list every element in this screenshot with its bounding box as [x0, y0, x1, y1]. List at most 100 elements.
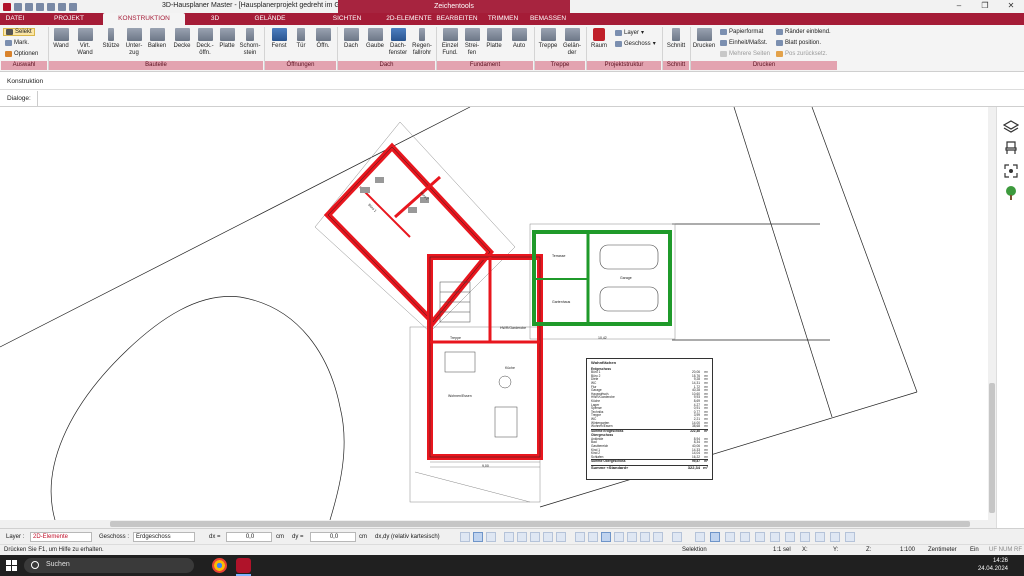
single-foundation-button[interactable]: Einzel Fund.: [439, 28, 461, 56]
layer-select[interactable]: 2D-Elemente: [30, 532, 92, 542]
geschoss-select[interactable]: Erdgeschoss: [133, 532, 195, 542]
snap-tool-button[interactable]: [556, 532, 566, 542]
drawing-canvas[interactable]: 9,00 Wohnen/Essen Küche Treppe HWR/Garde…: [0, 107, 988, 520]
tab-2d-elemente[interactable]: 2D-ELEMENTE: [380, 13, 438, 25]
dormer-button[interactable]: Gaube: [364, 28, 386, 50]
snap-tool-button[interactable]: [575, 532, 585, 542]
chair-icon[interactable]: [1003, 140, 1019, 156]
view-tool-button[interactable]: [740, 532, 750, 542]
print-button[interactable]: Drucken: [692, 28, 716, 50]
plate-button[interactable]: Platte: [217, 28, 237, 50]
room-button[interactable]: Raum: [589, 28, 609, 50]
snap-tool-button[interactable]: [504, 532, 514, 542]
redo-icon[interactable]: [58, 2, 66, 11]
opening-button[interactable]: Öffn.: [313, 28, 333, 50]
paper-format-button[interactable]: Papierformat: [720, 29, 763, 35]
print-icon[interactable]: [36, 2, 44, 11]
railing-button[interactable]: Gelän- der: [561, 28, 583, 56]
coord-mode-label[interactable]: dx,dy (relativ kartesisch): [375, 534, 440, 540]
unit-scale-button[interactable]: Einheit/Maßst.: [720, 40, 767, 46]
snap-tool-button[interactable]: [601, 532, 611, 542]
window-button[interactable]: Fenst: [268, 28, 290, 50]
snap-tool-button[interactable]: [653, 532, 663, 542]
taskbar-clock[interactable]: 14:26 24.04.2024: [978, 557, 1008, 573]
wall-button[interactable]: Wand: [51, 28, 71, 50]
section-button[interactable]: Schnitt: [665, 28, 687, 50]
multiple-pages-button[interactable]: Mehrere Seiten: [720, 51, 770, 57]
snap-tool-button[interactable]: [672, 532, 682, 542]
options-button[interactable]: Optionen: [5, 51, 38, 57]
view-tool-button[interactable]: [770, 532, 780, 542]
dy-input[interactable]: 0,0: [310, 532, 356, 542]
snap-tool-button[interactable]: [627, 532, 637, 542]
tab-bemassen[interactable]: BEMASSEN: [528, 13, 568, 25]
show-margins-button[interactable]: Ränder einblend.: [776, 29, 831, 35]
view-tool-button[interactable]: [725, 532, 735, 542]
windows-start-icon[interactable]: [6, 560, 17, 571]
scroll-thumb[interactable]: [110, 521, 970, 527]
view-tool-button[interactable]: [845, 532, 855, 542]
view-tool-button[interactable]: [695, 532, 705, 542]
column-button[interactable]: Stütze: [101, 28, 121, 50]
auto-foundation-button[interactable]: Auto: [509, 28, 529, 50]
strip-foundation-button[interactable]: Strei- fen: [462, 28, 482, 56]
chrome-icon[interactable]: [212, 558, 227, 573]
balken-button[interactable]: Balken: [146, 28, 168, 50]
downpipe-button[interactable]: Regen- fallrohr: [410, 28, 434, 56]
select-button[interactable]: Selekt: [3, 28, 35, 36]
tab-sichten[interactable]: SICHTEN: [328, 13, 366, 25]
view-tool-button[interactable]: [815, 532, 825, 542]
taskbar-search[interactable]: Suchen: [24, 558, 194, 573]
roof-window-button[interactable]: Dach- fenster: [387, 28, 409, 56]
position-sheet-button[interactable]: Blatt position.: [776, 40, 821, 46]
door-button[interactable]: Tür: [292, 28, 310, 50]
layer-dropdown[interactable]: Layer ▾: [615, 29, 644, 36]
geschoss-dropdown[interactable]: Geschoss ▾: [615, 40, 656, 47]
tab-projekt[interactable]: PROJEKT: [50, 13, 88, 25]
hausplaner-app-icon[interactable]: [236, 558, 251, 573]
dx-input[interactable]: 0,0: [226, 532, 272, 542]
snap-tool-button[interactable]: [588, 532, 598, 542]
tab-trimmen[interactable]: TRIMMEN: [484, 13, 522, 25]
snap-tool-button[interactable]: [614, 532, 624, 542]
tab-3d[interactable]: 3D: [205, 13, 225, 25]
reset-position-button[interactable]: Pos zurücksetz.: [776, 51, 827, 57]
foundation-plate-button[interactable]: Platte: [484, 28, 504, 50]
view-tool-button[interactable]: [710, 532, 720, 542]
tab-bearbeiten[interactable]: BEARBEITEN: [435, 13, 479, 25]
beam-under-button[interactable]: Unter- zug: [123, 28, 145, 56]
snap-tool-button[interactable]: [543, 532, 553, 542]
stairs-button[interactable]: Treppe: [537, 28, 559, 50]
horizontal-scrollbar[interactable]: [0, 520, 996, 528]
layers-icon[interactable]: [1003, 119, 1019, 135]
scroll-thumb[interactable]: [989, 383, 995, 513]
undo-icon[interactable]: [47, 2, 55, 11]
ceiling-opening-button[interactable]: Deck.- öffn.: [194, 28, 216, 56]
mark-button[interactable]: Mark.: [5, 40, 29, 46]
snap-tool-button[interactable]: [473, 532, 483, 542]
snap-tool-button[interactable]: [530, 532, 540, 542]
roof-button[interactable]: Dach: [340, 28, 362, 50]
view-icon[interactable]: [69, 2, 77, 11]
context-tab-zeichentools[interactable]: Zeichentools: [338, 0, 570, 13]
app-logo-icon[interactable]: [3, 2, 11, 11]
vertical-scrollbar[interactable]: [988, 107, 996, 520]
chimney-button[interactable]: Schorn- stein: [238, 28, 262, 56]
tree-icon[interactable]: [1003, 185, 1019, 201]
tab-konstruktion[interactable]: KONSTRUKTION: [103, 13, 185, 25]
ceiling-button[interactable]: Decke: [172, 28, 192, 50]
floor-plan-drawing[interactable]: 9,00 Wohnen/Essen Küche Treppe HWR/Garde…: [0, 107, 988, 520]
snap-tool-button[interactable]: [486, 532, 496, 542]
virtual-wall-button[interactable]: Virt. Wand: [74, 28, 96, 56]
view-tool-button[interactable]: [830, 532, 840, 542]
view-tool-button[interactable]: [755, 532, 765, 542]
close-button[interactable]: ✕: [998, 0, 1024, 13]
view-tool-button[interactable]: [800, 532, 810, 542]
open-icon[interactable]: [25, 2, 33, 11]
maximize-button[interactable]: ❐: [972, 0, 998, 13]
snap-tool-button[interactable]: [640, 532, 650, 542]
expand-icon[interactable]: [1003, 163, 1019, 179]
save-icon[interactable]: [14, 2, 22, 11]
tab-gelaende[interactable]: GELÄNDE: [248, 13, 292, 25]
tab-datei[interactable]: DATEI: [4, 13, 26, 25]
